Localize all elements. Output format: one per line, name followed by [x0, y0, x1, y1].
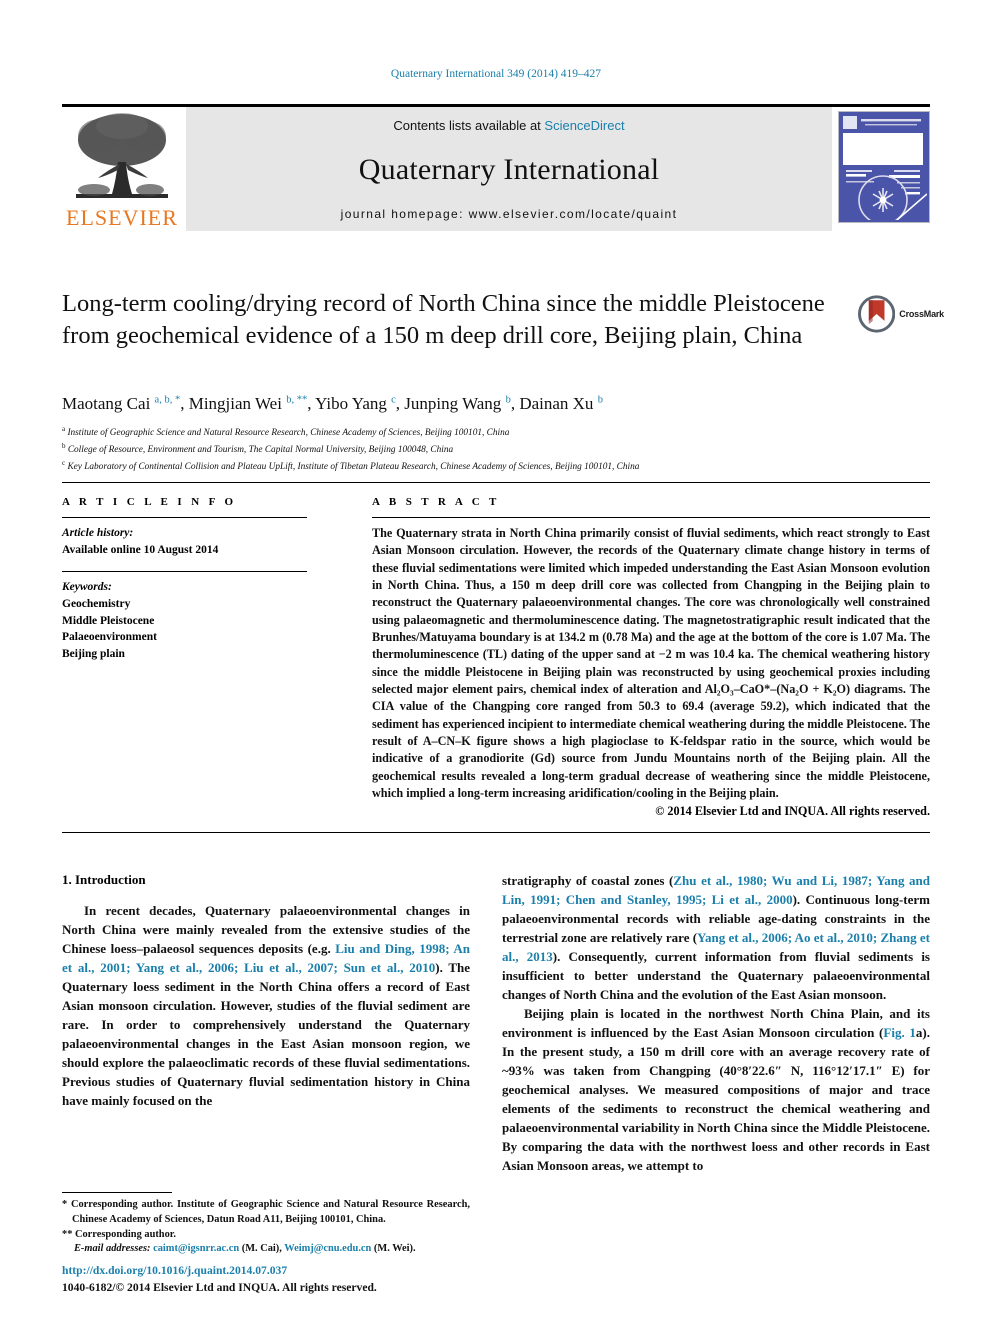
affiliation-text-b: College of Resource, Environment and Tou… [67, 445, 454, 456]
crossmark-label: CrossMark [899, 309, 944, 319]
affiliation-text-c: Key Laboratory of Continental Collision … [67, 462, 640, 473]
elsevier-wordmark: ELSEVIER [66, 205, 178, 230]
abstract-divider [372, 517, 930, 518]
footnote-corresponding-author-1: * Corresponding author. Institute of Geo… [62, 1199, 470, 1225]
affiliation-c: c Key Laboratory of Continental Collisio… [62, 458, 922, 475]
doi-block: http://dx.doi.org/10.1016/j.quaint.2014.… [62, 1262, 562, 1297]
keyword-item: Palaeoenvironment [62, 631, 157, 644]
keyword-item: Middle Pleistocene [62, 614, 155, 627]
abstract-heading: A B S T R A C T [372, 496, 500, 508]
paragraph: Beijing plain is located in the northwes… [502, 1005, 930, 1173]
paragraph: stratigraphy of coastal zones (Zhu et al… [502, 873, 930, 1002]
affiliation-marker-b: b [62, 442, 66, 451]
abstract-copyright: © 2014 Elsevier Ltd and INQUA. All right… [655, 804, 930, 819]
journal-title: Quaternary International [358, 153, 660, 186]
contents-prefix: Contents lists available at [393, 118, 545, 133]
masthead-center: Contents lists available at ScienceDirec… [186, 107, 832, 231]
affiliation-marker-a: a [62, 425, 66, 433]
elsevier-logo: ELSEVIER [62, 107, 182, 231]
article-history-value: Available online 10 August 2014 [62, 543, 219, 556]
affiliation-list: a Institute of Geographic Science and Na… [62, 424, 922, 475]
footnote-corresponding-author-2: ** Corresponding author. [62, 1228, 177, 1240]
email-link-cai[interactable]: caimt@igsnrr.ac.cn [153, 1243, 239, 1254]
email-addresses-label: E-mail addresses: [74, 1243, 151, 1255]
elsevier-tree-icon [76, 113, 168, 198]
crossmark-badge[interactable]: CrossMark [858, 292, 944, 336]
divider-above-info [62, 482, 930, 483]
footnote-block: * Corresponding author. Institute of Geo… [62, 1192, 470, 1257]
cover-artwork [839, 112, 928, 222]
keywords-label: Keywords: [62, 581, 112, 594]
paragraph: In recent decades, Quaternary palaeoenvi… [62, 903, 471, 1108]
abstract-body: The Quaternary strata in North China pri… [372, 526, 930, 800]
email-owner-cai: (M. Cai), [241, 1243, 282, 1255]
journal-cover-thumbnail [838, 111, 930, 223]
divider-below-abstract [62, 832, 930, 833]
issn-copyright-line: 1040-6182/© 2014 Elsevier Ltd and INQUA.… [62, 1281, 377, 1295]
affiliation-a: a Institute of Geographic Science and Na… [62, 424, 922, 441]
journal-homepage-link[interactable]: journal homepage: www.elsevier.com/locat… [341, 207, 678, 221]
article-info-heading: A R T I C L E I N F O [62, 496, 237, 508]
author-list: Maotang Cai a, b, *, Mingjian Wei b, **,… [62, 394, 603, 413]
keyword-item: Geochemistry [62, 598, 131, 611]
body-column-right: stratigraphy of coastal zones (Zhu et al… [502, 872, 930, 1176]
section-heading-introduction: 1. Introduction [62, 872, 146, 887]
page-title: Long-term cooling/drying record of North… [62, 290, 825, 349]
contents-available-line: Contents lists available at ScienceDirec… [393, 118, 624, 133]
email-owner-wei: (M. Wei). [373, 1243, 416, 1255]
email-link-wei[interactable]: Weimj@cnu.edu.cn [284, 1243, 371, 1254]
title-block: Long-term cooling/drying record of North… [62, 288, 842, 352]
footnote-emails: E-mail addresses: caimt@igsnrr.ac.cn (M.… [62, 1242, 470, 1257]
article-history-label: Article history: [62, 527, 134, 539]
body-column-left: 1. Introduction In recent decades, Quate… [62, 872, 470, 1111]
affiliation-b: b College of Resource, Environment and T… [62, 441, 922, 458]
journal-masthead: ELSEVIER Contents lists available at Sci… [62, 104, 930, 231]
doi-link[interactable]: http://dx.doi.org/10.1016/j.quaint.2014.… [62, 1262, 562, 1279]
journal-article-page: Quaternary International 349 (2014) 419–… [0, 0, 992, 1323]
keyword-item: Beijing plain [62, 648, 125, 661]
info-divider-2 [62, 571, 307, 573]
affiliation-marker-c: c [62, 459, 66, 468]
crossmark-icon [858, 295, 896, 333]
sciencedirect-link[interactable]: ScienceDirect [544, 118, 624, 133]
info-divider-1 [62, 517, 307, 518]
footnote-divider [62, 1192, 172, 1193]
affiliation-text-a: Institute of Geographic Science and Natu… [67, 428, 510, 439]
abstract-section: A B S T R A C T The Quaternary strata in… [372, 496, 930, 821]
article-info-section: A R T I C L E I N F O Article history: A… [62, 496, 307, 663]
running-head: Quaternary International 349 (2014) 419–… [390, 68, 602, 80]
